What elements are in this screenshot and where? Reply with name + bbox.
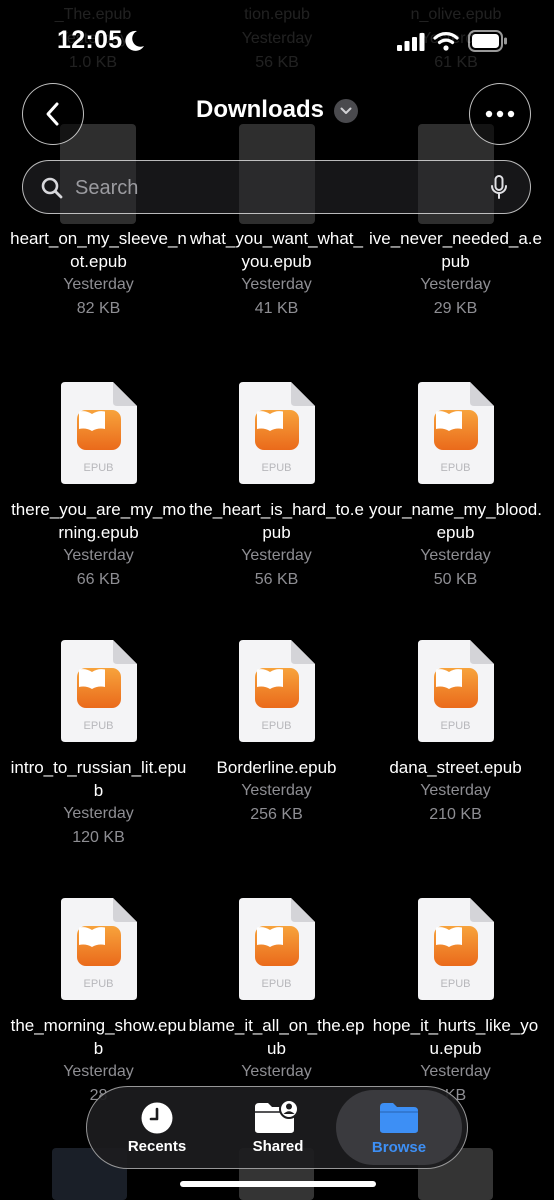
file-size: 256 KB [250,806,303,823]
book-icon [433,926,478,966]
file-name: what_you_want_what_you.epub [190,229,363,271]
file-size: 29 KB [433,300,478,317]
file-date: Yesterday [420,782,491,799]
search-bar[interactable] [22,160,531,214]
shared-folder-icon [255,1100,299,1133]
wifi-icon [433,32,459,51]
tab-bar: Recents Shared Browse [86,1086,468,1169]
epub-document-icon: EPUB [238,640,315,742]
file-item[interactable]: EPUB the_heart_is_hard_to.epub Yesterday 56… [187,382,366,592]
file-type-label: EPUB [261,978,292,990]
file-item[interactable]: ive_never_needed_a.epub Yesterday 29 KB [366,227,545,321]
file-name: blame_it_all_on_the.epub [188,1016,365,1058]
moon-icon [125,30,144,51]
microphone-icon[interactable] [490,175,508,201]
file-size: 41 KB [254,300,299,317]
file-type-label: EPUB [83,978,114,990]
file-date: Yesterday [420,276,491,293]
status-time: 12:05 [57,26,123,54]
search-input[interactable] [73,170,477,206]
file-item[interactable]: EPUB there_you_are_my_morning.epub Yesterd… [9,382,188,592]
epub-document-icon: EPUB [60,640,137,742]
file-type-label: EPUB [261,462,292,474]
file-date: Yesterday [241,1063,312,1080]
more-options-button[interactable] [469,83,531,145]
file-type-label: EPUB [440,978,471,990]
file-size: 210 KB [429,806,482,823]
file-size: 120 KB [72,829,125,846]
tab-browse[interactable]: Browse [336,1090,462,1165]
file-date: Yesterday [241,547,312,564]
file-item[interactable]: heart_on_my_sleeve_not.epub Yesterday 82 K… [9,227,188,321]
epub-document-icon: EPUB [238,898,315,1000]
page-title: Downloads [195,96,324,123]
file-type-label: EPUB [261,720,292,732]
tab-label: Recents [127,1138,187,1155]
clock-icon [141,1102,173,1134]
book-icon [76,410,121,450]
file-name: heart_on_my_sleeve_not.epub [10,229,187,271]
file-type-label: EPUB [440,462,471,474]
file-item[interactable]: EPUB the_morning_show.epub Yesterday 28 [9,898,188,1108]
epub-document-icon: EPUB [238,382,315,484]
file-item[interactable]: EPUB hope_it_hurts_like_you.epub Yesterday… [366,898,545,1108]
file-size: 50 KB [433,571,478,588]
file-item[interactable]: what_you_want_what_you.epub Yesterday 41 K… [187,227,366,321]
tab-label: Shared [252,1138,304,1155]
file-item[interactable]: EPUB Borderline.epub Yesterday 256 KB [187,640,366,827]
tab-shared[interactable]: Shared [218,1087,338,1168]
file-name: Borderline.epub [216,758,337,777]
book-icon [76,668,121,708]
file-item[interactable]: EPUB dana_street.epub Yesterday 210 KB [366,640,545,827]
file-date: Yesterday [420,1063,491,1080]
epub-document-icon: EPUB [60,382,137,484]
home-indicator [180,1181,376,1187]
file-name: hope_it_hurts_like_you.epub [372,1016,539,1058]
file-date: Yesterday [241,276,312,293]
folder-icon [380,1103,418,1133]
file-size: 66 KB [76,571,121,588]
book-icon [254,410,299,450]
file-size: 82 KB [76,300,121,317]
ellipsis-icon [485,110,515,118]
file-size: 56 KB [254,571,299,588]
file-name: intro_to_russian_lit.epub [10,758,187,800]
file-date: Yesterday [420,547,491,564]
book-icon [254,926,299,966]
file-item[interactable]: EPUB blame_it_all_on_the.epub Yesterday [187,898,366,1084]
file-item[interactable]: EPUB intro_to_russian_lit.epub Yesterday 12… [9,640,188,850]
file-name: ive_never_needed_a.epub [369,229,542,271]
file-date: Yesterday [63,1063,134,1080]
file-name: the_morning_show.epub [10,1016,187,1058]
search-icon [41,177,63,199]
file-type-label: EPUB [83,720,114,732]
file-name: your_name_my_blood.epub [369,500,542,542]
file-type-label: EPUB [440,720,471,732]
tab-label: Browse [371,1139,427,1156]
status-bar: 12:05 [0,0,554,80]
book-icon [254,668,299,708]
battery-icon [468,30,507,52]
file-date: Yesterday [63,547,134,564]
book-icon [433,668,478,708]
file-item[interactable]: EPUB your_name_my_blood.epub Yesterday 50 K… [366,382,545,592]
book-icon [433,410,478,450]
file-date: Yesterday [241,782,312,799]
file-name: there_you_are_my_morning.epub [11,500,186,542]
file-name: the_heart_is_hard_to.epub [189,500,364,542]
epub-document-icon: EPUB [417,898,494,1000]
book-icon [76,926,121,966]
file-date: Yesterday [63,276,134,293]
epub-document-icon: EPUB [60,898,137,1000]
file-date: Yesterday [63,805,134,822]
chevron-down-icon [334,99,358,123]
epub-document-icon: EPUB [417,382,494,484]
cellular-signal-icon [397,33,425,51]
tab-recents[interactable]: Recents [97,1087,217,1168]
file-type-label: EPUB [83,462,114,474]
epub-document-icon: EPUB [417,640,494,742]
file-name: dana_street.epub [389,758,522,777]
